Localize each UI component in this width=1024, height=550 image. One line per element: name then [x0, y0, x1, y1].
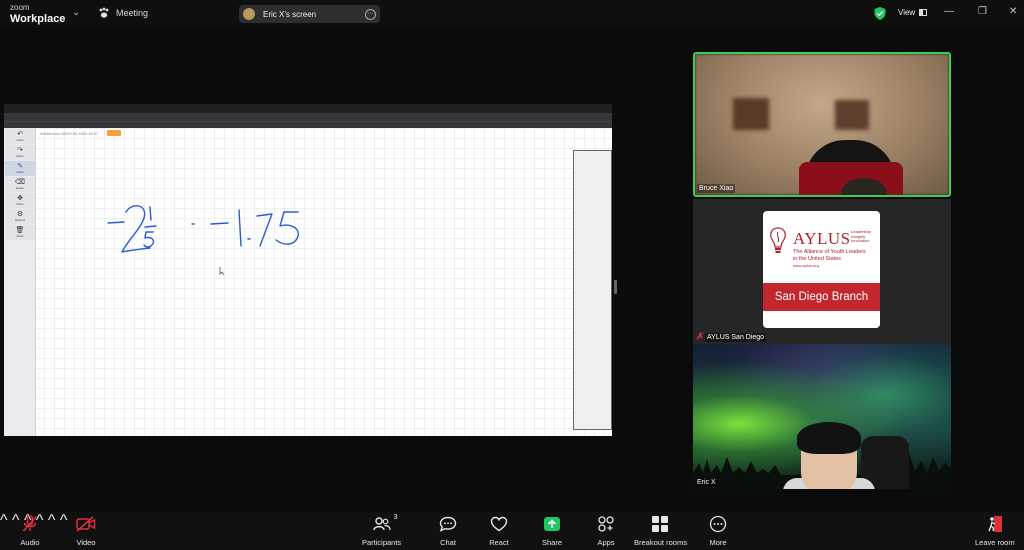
- panel-drag-handle[interactable]: [614, 280, 617, 294]
- meeting-label: Meeting: [116, 8, 149, 18]
- more-button[interactable]: More: [708, 515, 728, 547]
- react-button[interactable]: React: [489, 515, 509, 547]
- branch-banner: San Diego Branch: [763, 283, 880, 311]
- leave-icon: [988, 516, 1002, 532]
- participants-label: Participants: [362, 538, 402, 547]
- breakout-rooms-button[interactable]: Breakout rooms: [634, 515, 687, 547]
- chevron-down-icon[interactable]: ⌄: [72, 7, 80, 18]
- meeting-tab[interactable]: Meeting: [98, 7, 148, 19]
- shared-screen[interactable]: ↶ Undo ↷ Redo ✎ Draw ⌫ Erase ✥ Move ⚙ Options …: [4, 104, 612, 436]
- apps-label: Apps: [597, 538, 615, 547]
- view-button[interactable]: View: [898, 8, 928, 17]
- wall-frame: [835, 100, 869, 130]
- logo-subtitle: The Alliance of Youth Leaders in the Uni…: [793, 249, 866, 262]
- participants-icon: [372, 517, 391, 531]
- apps-icon: [598, 516, 614, 532]
- restore-icon[interactable]: ❐: [978, 6, 987, 17]
- chat-button[interactable]: Chat: [438, 515, 458, 547]
- brand-large: Workplace: [10, 13, 66, 25]
- chevron-up-icon[interactable]: ^: [48, 512, 56, 529]
- participants-button[interactable]: 3 Participants: [362, 514, 402, 547]
- browser-tab-strip: [4, 104, 612, 113]
- minimize-icon[interactable]: —: [944, 6, 954, 17]
- browser-bookmarks-bar: [4, 121, 612, 128]
- participants-count: 3: [393, 514, 398, 521]
- encryption-shield-icon[interactable]: [874, 7, 886, 20]
- tagline-line: Innovation: [851, 238, 870, 243]
- subtitle-line: in the United States: [793, 255, 842, 262]
- chevron-up-icon[interactable]: ^: [12, 512, 20, 529]
- logo-top: AYLUS Leadership Integrity Innovation Th…: [763, 211, 880, 283]
- logo-tagline: Leadership Integrity Innovation: [851, 229, 871, 244]
- chat-icon: [439, 516, 457, 532]
- lightbulb-icon: [770, 227, 786, 253]
- screen-share-indicator[interactable]: Eric X's screen ···: [239, 5, 380, 23]
- audio-label: Audio: [20, 538, 40, 547]
- breakout-label: Breakout rooms: [634, 538, 687, 547]
- zoom-workplace-logo[interactable]: zoom Workplace: [10, 4, 65, 25]
- close-icon[interactable]: ✕: [1009, 6, 1017, 17]
- chat-label: Chat: [440, 538, 456, 547]
- meeting-toolbar: Audio ^ Video ^ 3 Participants Chat ^ Re…: [0, 512, 1024, 550]
- share-screen-icon: [544, 517, 560, 531]
- avatar: [243, 8, 255, 20]
- apps-button[interactable]: Apps: [596, 515, 616, 547]
- react-label: React: [489, 538, 509, 547]
- heart-icon: [490, 516, 508, 532]
- wall-frame: [733, 98, 769, 130]
- participant-name: Eric X: [695, 478, 718, 487]
- logo-url: www.aylus.org: [793, 263, 819, 268]
- participant-name: AYLUS San Diego: [705, 333, 767, 342]
- more-label: More: [709, 538, 727, 547]
- share-label: Share: [542, 538, 563, 547]
- brand-small: zoom: [10, 3, 30, 12]
- handwritten-expression: [107, 205, 299, 276]
- title-bar: zoom Workplace ⌄ Meeting Eric X's screen…: [0, 0, 1024, 28]
- whiteboard-canvas[interactable]: ↶ Undo ↷ Redo ✎ Draw ⌫ Erase ✥ Move ⚙ Options …: [4, 128, 612, 436]
- paw-icon: [99, 7, 109, 18]
- participant-hair: [797, 422, 861, 454]
- chevron-up-icon[interactable]: ^: [0, 512, 8, 529]
- share-label: Eric X's screen: [263, 9, 317, 19]
- chevron-up-icon[interactable]: ^: [60, 512, 68, 529]
- whiteboard-side-panel: [573, 150, 612, 430]
- more-icon: [709, 515, 727, 533]
- mic-muted-icon: [696, 332, 704, 340]
- mic-muted-icon: [22, 515, 38, 532]
- video-tile-eric[interactable]: Eric X: [693, 344, 951, 489]
- video-tile-aylus[interactable]: AYLUS Leadership Integrity Innovation Th…: [693, 199, 951, 344]
- participant-name: Bruce Xiao: [697, 184, 736, 193]
- grid-view-icon: [919, 9, 928, 16]
- video-tile-bruce[interactable]: Bruce Xiao: [693, 52, 951, 197]
- video-label: Video: [76, 538, 96, 547]
- camera-off-icon: [76, 516, 96, 532]
- more-options-icon[interactable]: ···: [365, 8, 376, 20]
- breakout-rooms-icon: [652, 516, 669, 532]
- subtitle-line: The Alliance of Youth Leaders: [793, 249, 866, 255]
- aylus-logo: AYLUS Leadership Integrity Innovation Th…: [763, 211, 880, 328]
- share-button[interactable]: Share: [542, 515, 562, 547]
- logo-title: AYLUS: [793, 229, 851, 248]
- video-button[interactable]: Video: [76, 515, 96, 547]
- browser-address-bar: [4, 113, 612, 121]
- audio-button[interactable]: Audio: [20, 515, 40, 547]
- leave-room-button[interactable]: Leave room: [975, 515, 1015, 547]
- leave-label: Leave room: [975, 538, 1015, 547]
- view-label: View: [898, 8, 916, 17]
